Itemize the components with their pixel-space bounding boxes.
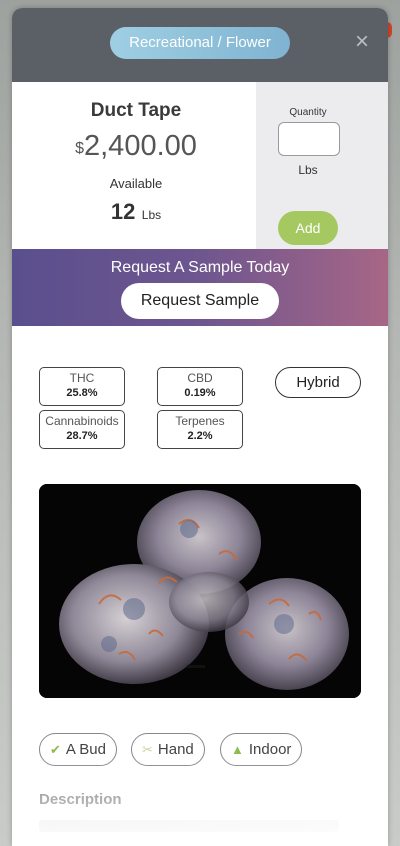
- bud-image-illustration: [39, 484, 361, 698]
- stat-label: Terpenes: [175, 414, 225, 428]
- tag-label: A Bud: [65, 741, 106, 758]
- product-image: [39, 484, 361, 698]
- stat-cbd: CBD 0.19%: [157, 367, 243, 406]
- stat-value: 2.2%: [187, 430, 213, 442]
- sample-title: Request A Sample Today: [110, 259, 290, 276]
- stat-value: 28.7%: [66, 430, 98, 442]
- stat-terpenes: Terpenes 2.2%: [157, 410, 243, 449]
- stat-value: 25.8%: [66, 387, 98, 399]
- stat-label: CBD: [187, 371, 213, 385]
- modal-header: Recreational / Flower ×: [12, 8, 388, 82]
- quantity-unit: Lbs: [298, 163, 318, 177]
- description-text-faded: [39, 820, 339, 832]
- price-amount: 2,400.00: [84, 130, 197, 162]
- available-value: 12: [110, 199, 136, 224]
- category-pill: Recreational / Flower: [110, 27, 290, 59]
- stat-cannabinoids: Cannabinoids 28.7%: [39, 410, 125, 449]
- stat-label: Cannabinoids: [45, 414, 119, 428]
- tree-icon: ▲: [231, 742, 244, 757]
- tag-a-bud[interactable]: ✔ A Bud: [39, 733, 117, 766]
- scissors-icon: ✂: [142, 742, 153, 757]
- stat-label: THC: [69, 371, 95, 385]
- description-title: Description: [39, 791, 122, 808]
- tag-label: Hand: [157, 741, 194, 758]
- product-name: Duct Tape: [90, 100, 182, 121]
- available-quantity: 12 Lbs: [12, 199, 260, 225]
- price-currency: $: [75, 140, 84, 157]
- product-price: $2,400.00: [12, 130, 260, 163]
- quantity-label: Quantity: [289, 107, 327, 118]
- add-button[interactable]: Add: [278, 211, 338, 245]
- tag-indoor[interactable]: ▲ Indoor: [220, 733, 303, 766]
- tag-hand[interactable]: ✂ Hand: [131, 733, 205, 766]
- close-icon[interactable]: ×: [352, 28, 372, 56]
- stat-value: 0.19%: [184, 387, 216, 399]
- product-summary: Duct Tape $2,400.00 Available 12 Lbs Qua…: [12, 82, 388, 249]
- available-label: Available: [109, 176, 163, 191]
- available-unit: Lbs: [141, 208, 162, 222]
- product-modal: Recreational / Flower × Duct Tape $2,400…: [12, 8, 388, 846]
- tag-label: Indoor: [248, 741, 292, 758]
- check-icon: ✔: [50, 742, 61, 757]
- sample-banner: Request A Sample Today Request Sample: [12, 249, 388, 326]
- request-sample-button[interactable]: Request Sample: [121, 283, 279, 319]
- quantity-input[interactable]: [278, 122, 340, 156]
- strain-type-badge: Hybrid: [275, 367, 361, 398]
- stat-thc: THC 25.8%: [39, 367, 125, 406]
